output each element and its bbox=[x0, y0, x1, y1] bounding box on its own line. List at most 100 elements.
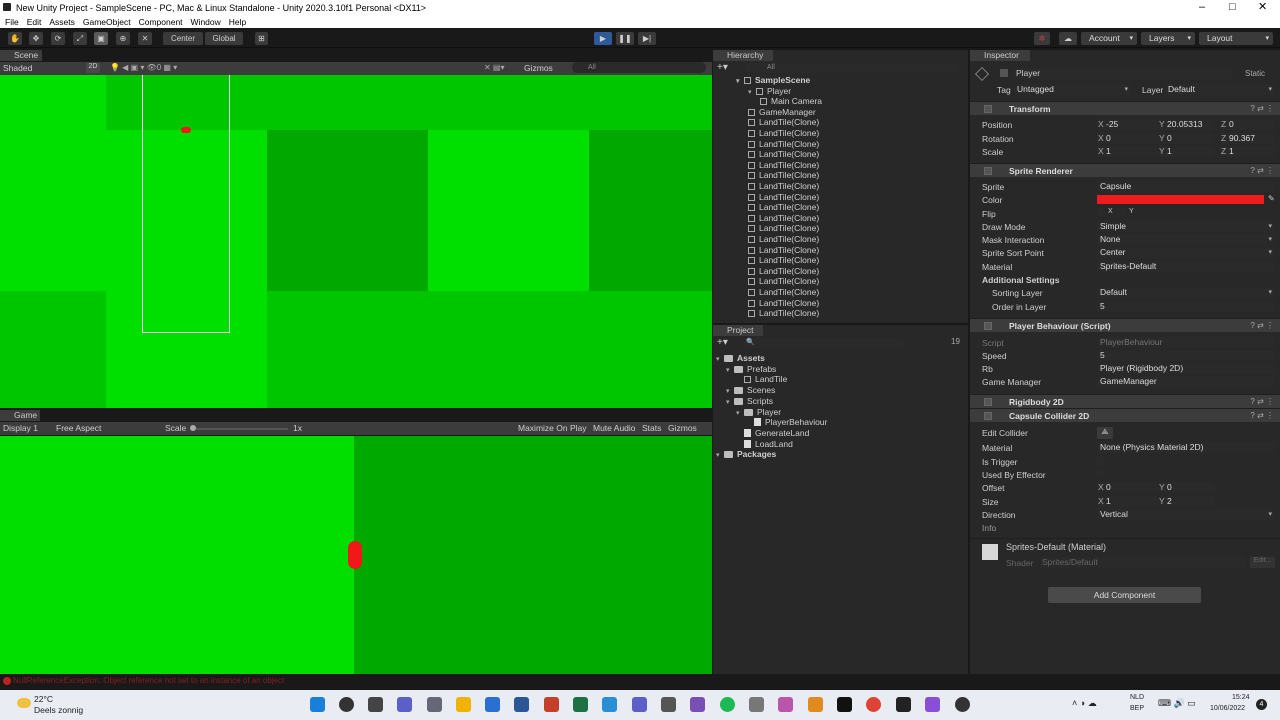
unity-hub-icon[interactable] bbox=[661, 697, 676, 712]
component-menu-icon[interactable]: ? ⇄ ⋮ bbox=[1250, 411, 1274, 420]
draw-mode-dropdown[interactable]: Simple bbox=[1097, 221, 1275, 232]
windows-start-icon[interactable] bbox=[310, 697, 325, 712]
collider-material-field[interactable]: None (Physics Material 2D) bbox=[1097, 442, 1275, 453]
pivot-center-button[interactable]: Center bbox=[163, 32, 203, 45]
cloud-icon[interactable]: ☁ bbox=[1059, 32, 1077, 45]
project-item[interactable]: ▾ Packages bbox=[716, 449, 776, 460]
rotation-z[interactable]: Z 90.367 bbox=[1220, 133, 1275, 144]
hierarchy-item[interactable]: GameManager bbox=[716, 107, 816, 118]
hierarchy-item[interactable]: LandTile(Clone) bbox=[716, 117, 819, 128]
hierarchy-item[interactable]: LandTile(Clone) bbox=[716, 276, 819, 287]
shader-edit-button[interactable]: Edit... bbox=[1250, 557, 1275, 568]
hierarchy-item[interactable]: LandTile(Clone) bbox=[716, 223, 819, 234]
static-toggle[interactable]: Static bbox=[1245, 69, 1265, 78]
scale-slider[interactable] bbox=[192, 428, 288, 430]
pause-button[interactable]: ❚❚ bbox=[616, 32, 634, 45]
tab-game[interactable]: Game bbox=[0, 410, 40, 421]
powerpoint-icon[interactable] bbox=[544, 697, 559, 712]
rotation-x[interactable]: X0 bbox=[1097, 133, 1157, 144]
component-menu-icon[interactable]: ? ⇄ ⋮ bbox=[1250, 321, 1274, 330]
scene-viewport[interactable] bbox=[0, 75, 712, 408]
chat-icon[interactable] bbox=[397, 697, 412, 712]
used-by-effector-checkbox[interactable] bbox=[1097, 470, 1105, 478]
clock-time[interactable]: 15:24 bbox=[1232, 694, 1250, 701]
unity-icon[interactable] bbox=[896, 697, 911, 712]
app-icon-2[interactable] bbox=[778, 697, 793, 712]
component-menu-icon[interactable]: ? ⇄ ⋮ bbox=[1250, 104, 1274, 113]
size-y[interactable]: Y2 bbox=[1158, 496, 1215, 507]
play-button[interactable]: ▶ bbox=[594, 32, 612, 45]
position-x[interactable]: X -25 bbox=[1097, 119, 1157, 130]
menu-help[interactable]: Help bbox=[229, 17, 246, 27]
store-icon[interactable] bbox=[485, 697, 500, 712]
spotify-icon[interactable] bbox=[720, 697, 735, 712]
capsule-collider-header[interactable]: Capsule Collider 2D ? ⇄ ⋮ bbox=[970, 408, 1280, 422]
additional-settings-foldout[interactable]: Additional Settings bbox=[982, 275, 1059, 285]
project-item[interactable]: PlayerBehaviour bbox=[716, 417, 827, 428]
sorting-layer-dropdown[interactable]: Default bbox=[1097, 287, 1275, 298]
speed-field[interactable]: 5 bbox=[1097, 350, 1275, 361]
color-swatch[interactable] bbox=[1097, 195, 1264, 204]
sprite-field[interactable]: Capsule bbox=[1097, 181, 1275, 192]
player-behaviour-header[interactable]: Player Behaviour (Script) ? ⇄ ⋮ bbox=[970, 318, 1280, 332]
app-icon-3[interactable] bbox=[808, 697, 823, 712]
shader-dropdown[interactable]: Sprites/Default bbox=[1040, 557, 1245, 568]
rb-field[interactable]: Player (Rigidbody 2D) bbox=[1097, 363, 1275, 374]
material-field[interactable]: Sprites-Default bbox=[1097, 261, 1275, 272]
project-item[interactable]: ▾ Prefabs bbox=[716, 364, 776, 375]
menu-edit[interactable]: Edit bbox=[27, 17, 42, 27]
hierarchy-search-input[interactable]: All bbox=[745, 63, 960, 73]
edit-collider-button[interactable]: ⟁ bbox=[1097, 427, 1113, 439]
obs-icon[interactable] bbox=[955, 697, 970, 712]
tray-icons[interactable]: ˄ ◑ ☁ bbox=[1072, 698, 1097, 709]
hierarchy-add-button[interactable]: +▾ bbox=[717, 62, 728, 73]
tab-inspector[interactable]: Inspector bbox=[970, 50, 1030, 61]
account-dropdown[interactable]: Account bbox=[1081, 32, 1137, 45]
mute-audio-toggle[interactable]: Mute Audio bbox=[593, 423, 636, 433]
grid-snap-icon[interactable]: ⊞ bbox=[255, 32, 268, 45]
hierarchy-item[interactable]: LandTile(Clone) bbox=[716, 192, 819, 203]
flip-x-checkbox[interactable] bbox=[1097, 208, 1105, 216]
clock-date[interactable]: 10/06/2022 bbox=[1210, 705, 1245, 712]
position-y[interactable]: Y 20.05313 bbox=[1158, 119, 1213, 130]
weather-temp[interactable]: 22°C bbox=[34, 694, 53, 704]
hierarchy-item[interactable]: LandTile(Clone) bbox=[716, 255, 819, 266]
project-item[interactable]: ▾ Scripts bbox=[716, 396, 773, 407]
word-icon[interactable] bbox=[514, 697, 529, 712]
offset-y[interactable]: Y0 bbox=[1158, 482, 1215, 493]
project-item[interactable]: ▾ Scenes bbox=[716, 385, 775, 396]
hierarchy-item[interactable]: Main Camera bbox=[716, 96, 822, 107]
tag-dropdown[interactable]: Untagged bbox=[1014, 84, 1131, 95]
move-tool-icon[interactable]: ✥ bbox=[29, 32, 43, 45]
app-icon[interactable] bbox=[749, 697, 764, 712]
hierarchy-scene-root[interactable]: ▾ SampleScene bbox=[716, 75, 810, 86]
epic-games-icon[interactable] bbox=[837, 697, 852, 712]
component-menu-icon[interactable]: ? ⇄ ⋮ bbox=[1250, 166, 1274, 175]
project-item[interactable]: LoadLand bbox=[716, 439, 793, 450]
task-view-icon[interactable] bbox=[368, 697, 383, 712]
layers-dropdown[interactable]: Layers bbox=[1141, 32, 1195, 45]
size-x[interactable]: X1 bbox=[1097, 496, 1157, 507]
language-code[interactable]: NLD bbox=[1130, 694, 1144, 701]
minimize-button[interactable]: – bbox=[1199, 0, 1205, 15]
excel-icon[interactable] bbox=[573, 697, 588, 712]
menu-assets[interactable]: Assets bbox=[49, 17, 75, 27]
scene-search-input[interactable]: All bbox=[572, 62, 706, 73]
maximize-on-play-toggle[interactable]: Maximize On Play bbox=[518, 423, 587, 433]
project-add-button[interactable]: +▾ bbox=[717, 337, 728, 348]
object-name-field[interactable]: Player bbox=[1013, 68, 1233, 79]
maximize-button[interactable]: □ bbox=[1229, 0, 1236, 15]
hierarchy-item[interactable]: LandTile(Clone) bbox=[716, 170, 819, 181]
region-code[interactable]: BEP bbox=[1130, 705, 1144, 712]
tab-project[interactable]: Project bbox=[713, 325, 763, 336]
rotation-y[interactable]: Y0 bbox=[1158, 133, 1213, 144]
hierarchy-item[interactable]: LandTile(Clone) bbox=[716, 308, 819, 319]
scene-gizmos-dropdown[interactable]: Gizmos bbox=[524, 63, 553, 73]
menu-component[interactable]: Component bbox=[139, 17, 183, 27]
sort-point-dropdown[interactable]: Center bbox=[1097, 247, 1275, 258]
scene-tools-icons[interactable]: 💡 ◀ ▣ ▾ 👁0 ▦ ▾ bbox=[110, 63, 177, 72]
order-in-layer-field[interactable]: 5 bbox=[1097, 301, 1275, 312]
component-menu-icon[interactable]: ? ⇄ ⋮ bbox=[1250, 397, 1274, 406]
notification-badge[interactable]: 4 bbox=[1256, 699, 1267, 710]
position-z[interactable]: Z0 bbox=[1220, 119, 1275, 130]
